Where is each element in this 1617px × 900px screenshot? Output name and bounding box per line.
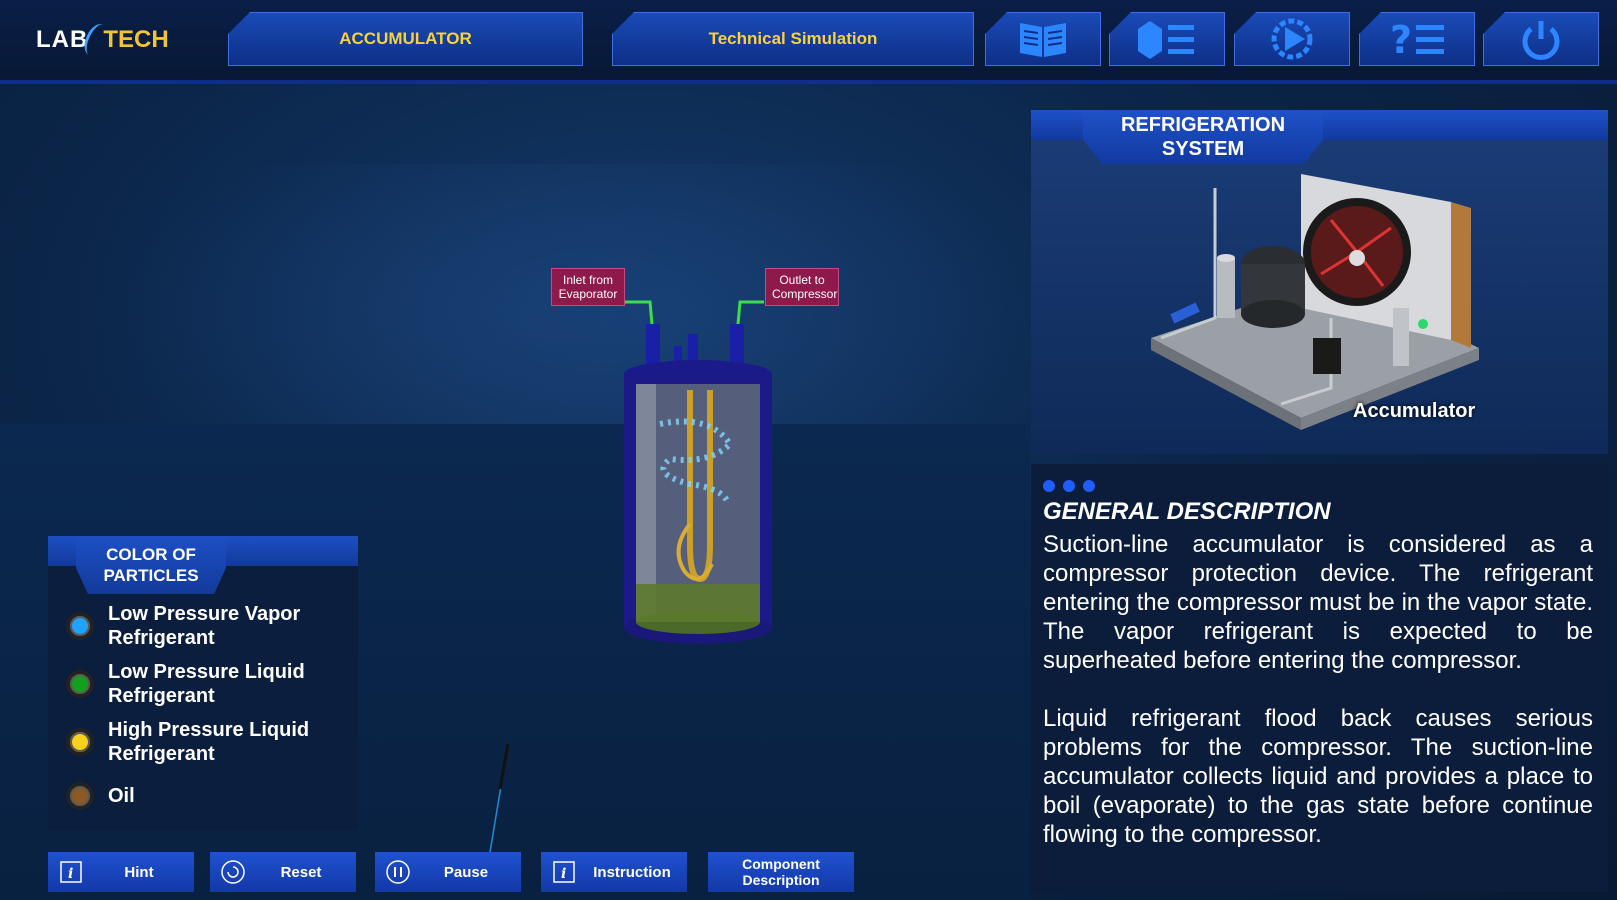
color-swatch (66, 670, 94, 698)
exit-button[interactable] (1483, 12, 1599, 66)
help-button[interactable]: ? (1359, 12, 1475, 66)
description-panel: GENERAL DESCRIPTION Suction-line accumul… (1031, 464, 1608, 892)
pause-icon (385, 859, 411, 885)
inlet-label: Inlet from Evaporator (551, 268, 625, 306)
tab-accumulator-label: ACCUMULATOR (339, 29, 472, 48)
system-component-caption: Accumulator (1353, 400, 1476, 422)
reset-button[interactable]: Reset (210, 852, 356, 892)
menu-list-icon (1138, 21, 1194, 59)
page-dot[interactable] (1063, 480, 1075, 492)
logo-tech-text: TECH (103, 26, 169, 53)
tab-accumulator[interactable]: ACCUMULATOR (228, 12, 583, 66)
legend-item-high-pressure-liquid: High Pressure Liquid Refrigerant (66, 718, 338, 766)
hint-button[interactable]: i Hint (48, 852, 194, 892)
svg-text:?: ? (1390, 18, 1412, 61)
description-paragraph: Liquid refrigerant flood back causes ser… (1043, 705, 1593, 848)
refrigeration-system-panel: REFRIGERATION SYSTEM Accumulator (1031, 110, 1608, 454)
mouse-cursor-trace (489, 743, 510, 853)
legend-item-oil: Oil (66, 782, 135, 810)
tab-technical-simulation-label: Technical Simulation (708, 29, 878, 48)
accumulator-tank-model[interactable] (540, 184, 800, 664)
description-paragraph: Suction-line accumulator is considered a… (1043, 531, 1593, 674)
legend-item-low-pressure-liquid: Low Pressure Liquid Refrigerant (66, 660, 338, 708)
legend-item-label: Low Pressure Vapor Refrigerant (108, 603, 301, 649)
color-swatch (66, 612, 94, 640)
info-icon: i (58, 859, 84, 885)
instruction-button-label: Instruction (593, 863, 671, 881)
system-panel-title: REFRIGERATION SYSTEM (1083, 110, 1323, 164)
simulation-settings-button[interactable] (1234, 12, 1350, 66)
instruction-button[interactable]: i Instruction (541, 852, 687, 892)
legend-item-label: High Pressure Liquid Refrigerant (108, 719, 310, 765)
component-description-button[interactable]: Component Description (708, 852, 854, 892)
legend-item-low-pressure-vapor: Low Pressure Vapor Refrigerant (66, 602, 338, 650)
legend-item-label: Oil (108, 785, 135, 807)
particle-color-legend: COLOR OF PARTICLES Low Pressure Vapor Re… (48, 536, 358, 830)
page-dot[interactable] (1083, 480, 1095, 492)
reset-icon (220, 859, 246, 885)
page-dot[interactable] (1043, 480, 1055, 492)
pause-button[interactable]: Pause (375, 852, 521, 892)
page-indicator-dots[interactable] (1043, 480, 1095, 492)
pause-button-label: Pause (443, 863, 489, 881)
description-text: Suction-line accumulator is considered a… (1043, 530, 1593, 878)
power-icon (1522, 21, 1560, 60)
info-icon: i (551, 859, 577, 885)
hint-button-label: Hint (124, 863, 154, 881)
play-settings-icon (1271, 18, 1313, 60)
svg-text:i: i (561, 866, 566, 882)
color-swatch (66, 728, 94, 756)
component-description-button-label: Component Description (742, 856, 820, 888)
svg-text:i: i (68, 866, 73, 882)
help-list-icon: ? (1390, 18, 1444, 61)
menu-button[interactable] (1109, 12, 1225, 66)
book-icon (1020, 23, 1066, 57)
legend-title: COLOR OF PARTICLES (76, 536, 226, 594)
description-title: GENERAL DESCRIPTION (1043, 498, 1331, 525)
color-swatch (66, 782, 94, 810)
tab-technical-simulation[interactable]: Technical Simulation (612, 12, 974, 66)
logo-lab-text: LAB (36, 26, 89, 53)
reset-button-label: Reset (280, 863, 322, 881)
legend-item-label: Low Pressure Liquid Refrigerant (108, 661, 305, 707)
top-bar: LAB TECH ACCUMULATOR Technical Simulatio… (0, 0, 1617, 84)
labtech-logo: LAB TECH (36, 20, 169, 60)
outlet-label: Outlet to Compressor (765, 268, 839, 306)
manual-button[interactable] (985, 12, 1101, 66)
